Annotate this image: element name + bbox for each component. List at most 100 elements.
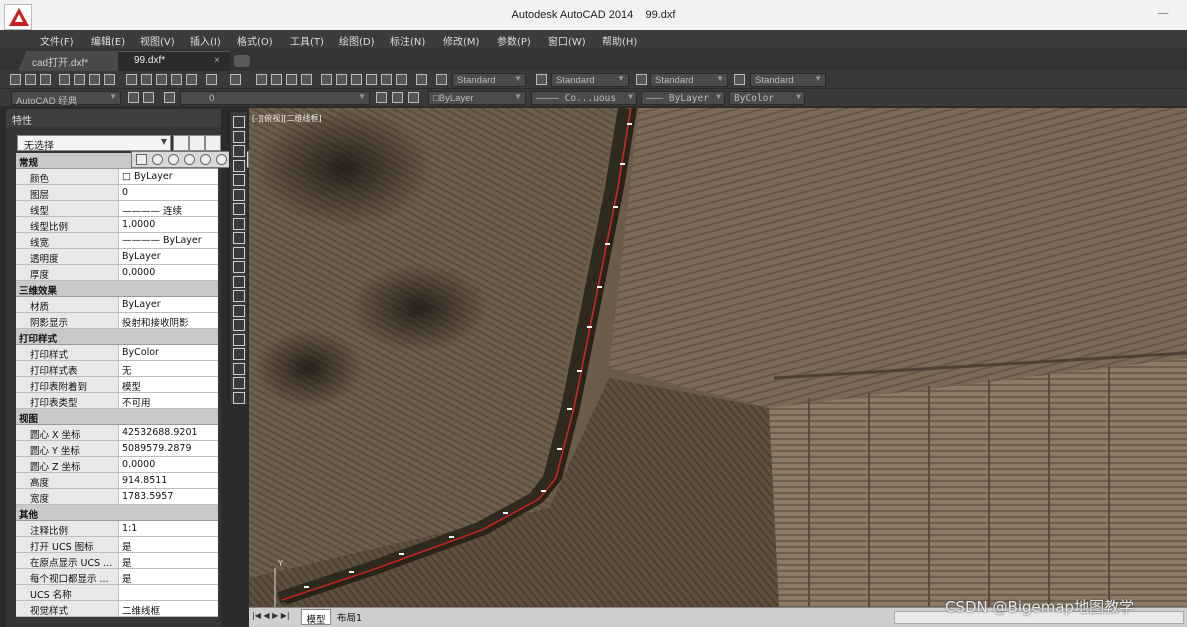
new-tab-button[interactable] [234, 55, 250, 67]
menu-parametric[interactable]: 参数(P) [497, 33, 531, 48]
region-icon[interactable] [233, 348, 245, 360]
menu-window[interactable]: 窗口(W) [548, 33, 586, 48]
tool-c-icon[interactable] [168, 154, 179, 165]
property-row[interactable]: 打印表附着到 模型 [16, 377, 218, 393]
property-value[interactable] [119, 585, 218, 600]
property-row[interactable]: 打开 UCS 图标是 [16, 537, 218, 553]
menu-file[interactable]: 文件(F) [40, 33, 74, 48]
hatch-icon[interactable] [233, 319, 245, 331]
property-row[interactable]: UCS 名称 [16, 585, 218, 601]
workspace-dropdown[interactable]: AutoCAD 经典 ▼ [11, 91, 121, 107]
section-header[interactable]: 三维效果 [16, 281, 218, 297]
publish-icon[interactable] [89, 74, 100, 85]
tab-cad-open-dxf[interactable]: cad打开.dxf* [18, 51, 122, 71]
property-row[interactable]: 线型 ———— 连续 [16, 201, 218, 217]
property-row[interactable]: 图层 0 [16, 185, 218, 201]
text-icon[interactable] [233, 377, 245, 389]
new-icon[interactable] [10, 74, 21, 85]
menu-tools[interactable]: 工具(T) [290, 33, 324, 48]
sheet-set-icon[interactable] [366, 74, 377, 85]
copy-icon[interactable] [141, 74, 152, 85]
property-value[interactable]: 914.8511 [119, 473, 218, 488]
gradient-icon[interactable] [233, 333, 245, 346]
layer-properties-icon[interactable] [164, 92, 175, 103]
property-value[interactable]: 1.0000 [119, 217, 218, 232]
ellipse-arc-icon[interactable] [233, 261, 245, 273]
property-value[interactable]: 42532688.9201 [119, 425, 218, 440]
linetype-dropdown[interactable]: ———— Co...uous ▼ [531, 91, 637, 105]
section-header[interactable]: 其他 [16, 505, 218, 521]
toggle-pickadd-icon[interactable] [173, 135, 189, 151]
property-row[interactable]: 圆心 X 坐标 42532688.9201 [16, 425, 218, 441]
menu-edit[interactable]: 编辑(E) [91, 33, 125, 48]
tool-d-icon[interactable] [184, 154, 195, 165]
drawing-viewport[interactable]: Y [249, 108, 1187, 608]
property-value[interactable]: □ ByLayer [119, 169, 218, 184]
table-style-dropdown[interactable]: Standard ▼ [650, 73, 728, 87]
match-properties-icon[interactable] [171, 74, 182, 85]
selection-dropdown[interactable]: 无选择 ▼ [17, 135, 171, 152]
dim-style-dropdown[interactable]: Standard ▼ [551, 73, 629, 87]
insert-block-icon[interactable] [233, 275, 245, 288]
zoom-previous-icon[interactable] [301, 74, 312, 85]
undo-icon[interactable] [206, 74, 217, 85]
property-value[interactable]: 0 [119, 185, 218, 200]
quick-select-icon[interactable] [205, 135, 221, 151]
section-header[interactable]: 打印样式 [16, 329, 218, 345]
open-icon[interactable] [25, 74, 36, 85]
3d-dwf-icon[interactable] [104, 74, 115, 85]
rectangle-icon[interactable] [233, 174, 245, 186]
menu-format[interactable]: 格式(O) [237, 33, 273, 48]
property-value[interactable]: 1783.5957 [119, 489, 218, 504]
cut-icon[interactable] [126, 74, 137, 85]
tool-f-icon[interactable] [216, 154, 227, 165]
dim-style-icon[interactable] [536, 74, 547, 85]
menu-draw[interactable]: 绘图(D) [339, 33, 375, 48]
property-row[interactable]: 圆心 Z 坐标 0.0000 [16, 457, 218, 473]
make-current-layer-icon[interactable] [376, 92, 387, 103]
section-header[interactable]: 视图 [16, 409, 218, 425]
property-row[interactable]: 线型比例 1.0000 [16, 217, 218, 233]
property-value[interactable]: 二维线框 [119, 601, 218, 616]
point-icon[interactable] [233, 304, 245, 317]
text-style-icon[interactable] [436, 74, 447, 85]
property-value[interactable]: 是 [119, 553, 218, 568]
mleader-style-icon[interactable] [734, 74, 745, 85]
property-value[interactable]: 不可用 [119, 393, 218, 408]
workspace-settings-icon[interactable] [128, 92, 139, 103]
calculator-icon[interactable] [396, 74, 407, 85]
zoom-window-icon[interactable] [286, 74, 297, 85]
property-row[interactable]: 阴影显示 投射和接收阴影 [16, 313, 218, 329]
property-value[interactable]: 是 [119, 569, 218, 584]
spline-icon[interactable] [233, 232, 245, 244]
property-row[interactable]: 透明度 ByLayer [16, 249, 218, 265]
print-icon[interactable] [59, 74, 70, 85]
property-value[interactable]: ByColor [119, 345, 218, 360]
circle-icon[interactable] [233, 203, 245, 215]
lineweight-dropdown[interactable]: ——— ByLayer ▼ [641, 91, 725, 105]
tab-99-dxf[interactable]: 99.dxf* × [118, 51, 230, 71]
property-value[interactable]: ByLayer [119, 249, 218, 264]
make-block-icon[interactable] [233, 290, 245, 302]
menu-view[interactable]: 视图(V) [140, 33, 175, 48]
workspace-save-icon[interactable] [143, 92, 154, 103]
tool-e-icon[interactable] [200, 154, 211, 165]
markup-icon[interactable] [381, 74, 392, 85]
paste-icon[interactable] [156, 74, 167, 85]
tab-model[interactable]: 模型 [301, 609, 331, 626]
tool-a-icon[interactable] [136, 154, 147, 165]
revision-cloud-icon[interactable] [233, 217, 245, 230]
plotstyle-dropdown[interactable]: ByColor ▼ [729, 91, 805, 105]
menu-dimension[interactable]: 标注(N) [390, 33, 425, 48]
tab-layout1[interactable]: 布局1 [337, 610, 362, 624]
save-icon[interactable] [40, 74, 51, 85]
preview-icon[interactable] [74, 74, 85, 85]
line-icon[interactable] [233, 116, 245, 128]
property-value[interactable]: 投射和接收阴影 [119, 313, 218, 328]
property-row[interactable]: 注释比例 1:1 [16, 521, 218, 537]
mleader-style-dropdown[interactable]: Standard ▼ [750, 73, 826, 87]
property-row[interactable]: 颜色 □ ByLayer [16, 169, 218, 185]
property-row[interactable]: 圆心 Y 坐标 5089579.2879 [16, 441, 218, 457]
pan-icon[interactable] [256, 74, 267, 85]
tab-close-icon[interactable]: × [214, 55, 220, 66]
